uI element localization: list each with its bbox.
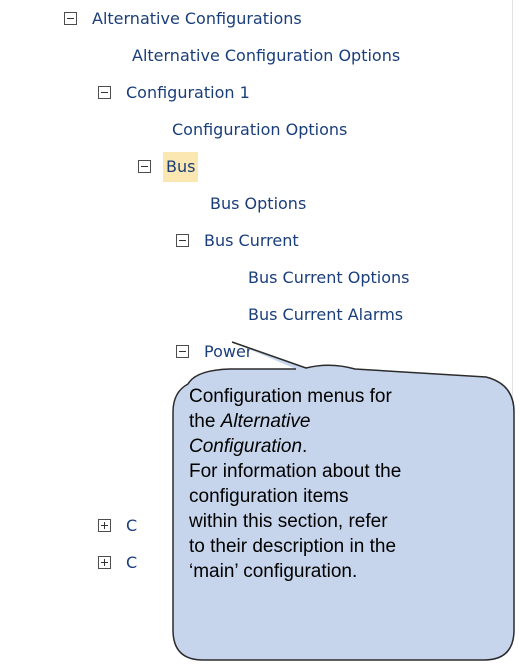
tree-item-label: Alternative Configuration Options: [132, 46, 401, 65]
tree-item-bus[interactable]: Bus: [138, 152, 338, 182]
expand-icon[interactable]: [98, 519, 111, 532]
callout-line-6: within this section, refer: [189, 511, 388, 532]
callout-line-5: configuration items: [189, 486, 349, 507]
tree-item-label: Power: [204, 342, 253, 361]
callout-line-1: Configuration menus for: [189, 386, 392, 407]
callout-line-8: ‘main’ configuration.: [189, 561, 358, 582]
tree-item-bus-current[interactable]: Bus Current: [176, 226, 416, 256]
tree-item-label: Bus Current Alarms: [248, 305, 404, 324]
tree-item-collapsed-2[interactable]: C: [98, 548, 158, 578]
expand-icon[interactable]: [98, 556, 111, 569]
tree-item-label: Bus Current: [204, 231, 299, 250]
tree-item-configuration-1[interactable]: Configuration 1: [98, 78, 398, 108]
tree-item-configuration-options[interactable]: Configuration Options: [172, 115, 472, 145]
callout-line-4: For information about the: [189, 461, 402, 482]
collapse-icon[interactable]: [176, 234, 189, 247]
callout-line-3: Configuration.: [189, 436, 308, 457]
tree-item-label: Bus Current Options: [248, 268, 410, 287]
callout-text: Configuration menus for the Alternative …: [189, 384, 520, 584]
collapse-icon[interactable]: [64, 12, 77, 25]
tree-item-alternative-configurations[interactable]: Alternative Configurations: [64, 4, 484, 34]
collapse-icon[interactable]: [98, 86, 111, 99]
tree-item-label: Bus Options: [210, 194, 307, 213]
tree-item-power[interactable]: Power: [176, 337, 376, 367]
tree-item-label: Configuration Options: [172, 120, 348, 139]
tree-item-label: Bus: [163, 152, 199, 182]
tree-item-label: Configuration 1: [126, 83, 250, 102]
collapse-icon[interactable]: [176, 345, 189, 358]
tree-item-label: C: [126, 516, 138, 535]
tree-item-bus-options[interactable]: Bus Options: [210, 189, 410, 219]
tree-item-collapsed-1[interactable]: C: [98, 511, 158, 541]
tree-item-label: C: [126, 553, 138, 572]
tree-item-bus-current-alarms[interactable]: Bus Current Alarms: [248, 300, 488, 330]
tree-item-alternative-configuration-options[interactable]: Alternative Configuration Options: [132, 41, 492, 71]
collapse-icon[interactable]: [138, 160, 151, 173]
tree-item-label: Alternative Configurations: [92, 9, 302, 28]
callout-line-2: the Alternative: [189, 411, 311, 432]
tree-item-bus-current-options[interactable]: Bus Current Options: [248, 263, 488, 293]
callout-line-7: to their description in the: [189, 536, 397, 557]
